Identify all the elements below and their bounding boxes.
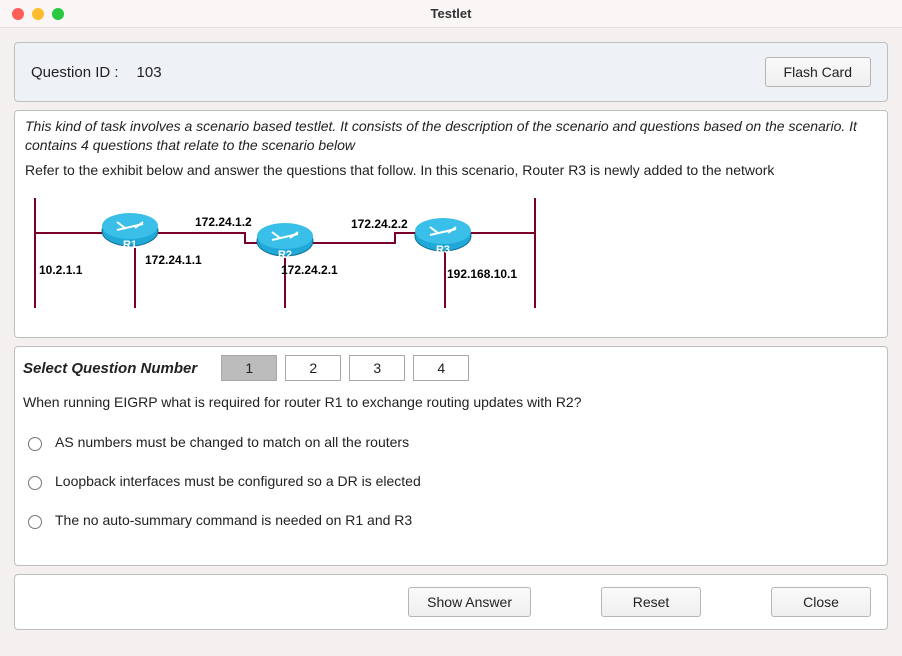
footer-panel: Show Answer Reset Close	[14, 574, 888, 630]
question-id-value: 103	[137, 64, 162, 81]
question-id-label: Question ID :	[31, 64, 119, 81]
question-panel[interactable]: Select Question Number 1 2 3 4 When runn…	[14, 346, 888, 566]
router-r3-label: R3	[436, 244, 450, 256]
reset-button[interactable]: Reset	[601, 587, 701, 617]
router-r2-icon: R2	[257, 223, 313, 261]
tab-question-2[interactable]: 2	[285, 355, 341, 381]
router-r2-label: R2	[278, 249, 292, 261]
ip-r1-left: 10.2.1.1	[39, 263, 83, 277]
router-r1-icon: R1	[102, 213, 158, 251]
flash-card-button[interactable]: Flash Card	[765, 57, 871, 87]
option-text-2: Loopback interfaces must be configured s…	[55, 473, 421, 489]
window-controls	[0, 8, 64, 20]
question-header-panel: Question ID : 103 Flash Card	[14, 42, 888, 102]
option-row[interactable]: The no auto-summary command is needed on…	[23, 512, 879, 529]
question-tabs: 1 2 3 4	[221, 355, 469, 381]
network-diagram: R1 R2	[25, 188, 877, 338]
tab-question-1[interactable]: 1	[221, 355, 277, 381]
show-answer-button[interactable]: Show Answer	[408, 587, 531, 617]
scenario-panel[interactable]: This kind of task involves a scenario ba…	[14, 110, 888, 338]
titlebar: Testlet	[0, 0, 902, 28]
ip-r3-left: 172.24.2.2	[351, 217, 408, 231]
ip-r3-right: 192.168.10.1	[447, 267, 517, 281]
select-question-label: Select Question Number	[23, 360, 197, 377]
ip-r2-left: 172.24.1.2	[195, 215, 252, 229]
option-text-1: AS numbers must be changed to match on a…	[55, 434, 409, 450]
option-text-3: The no auto-summary command is needed on…	[55, 512, 412, 528]
scenario-refer-text: Refer to the exhibit below and answer th…	[25, 161, 877, 180]
router-r1-label: R1	[123, 239, 137, 251]
router-r3-icon: R3	[415, 218, 471, 256]
option-radio-2[interactable]	[28, 476, 42, 490]
minimize-window-icon[interactable]	[32, 8, 44, 20]
ip-r1-right: 172.24.1.1	[145, 253, 202, 267]
scenario-intro-text: This kind of task involves a scenario ba…	[25, 117, 877, 155]
content-area: Question ID : 103 Flash Card This kind o…	[0, 28, 902, 656]
close-window-icon[interactable]	[12, 8, 24, 20]
tab-question-3[interactable]: 3	[349, 355, 405, 381]
question-text: When running EIGRP what is required for …	[23, 393, 879, 412]
tab-question-4[interactable]: 4	[413, 355, 469, 381]
ip-r2-right: 172.24.2.1	[281, 263, 338, 277]
close-button[interactable]: Close	[771, 587, 871, 617]
option-radio-3[interactable]	[28, 515, 42, 529]
option-radio-1[interactable]	[28, 437, 42, 451]
window-title: Testlet	[0, 6, 902, 21]
question-id-row: Question ID : 103	[31, 64, 162, 81]
zoom-window-icon[interactable]	[52, 8, 64, 20]
option-row[interactable]: Loopback interfaces must be configured s…	[23, 473, 879, 490]
option-row[interactable]: AS numbers must be changed to match on a…	[23, 434, 879, 451]
question-number-row: Select Question Number 1 2 3 4	[23, 355, 879, 381]
